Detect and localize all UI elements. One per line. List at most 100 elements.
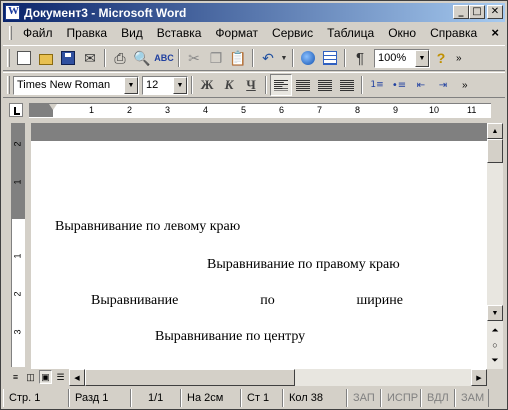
- menu-tools[interactable]: Сервис: [265, 26, 320, 40]
- align-center-button[interactable]: [292, 74, 314, 96]
- menu-edit[interactable]: Правка: [60, 26, 115, 40]
- italic-button[interactable]: К: [218, 74, 240, 96]
- ruler-number: 4: [203, 105, 209, 115]
- formatting-toolbar: Times New Roman ▼ 12 ▼ Ж К Ч 1≡ •≡ ⇤ ⇥ »: [3, 72, 505, 98]
- scroll-up-button[interactable]: ▲: [487, 123, 503, 139]
- paste-button[interactable]: 📋: [227, 47, 249, 69]
- vertical-ruler[interactable]: 2 1 1 2 3: [11, 123, 25, 367]
- status-extend[interactable]: ВДЛ: [421, 389, 455, 407]
- print-button[interactable]: ⎙: [109, 47, 131, 69]
- status-bar: Стр. 1 Разд 1 1/1 На 2см Ст 1 Кол 38 ЗАП…: [3, 388, 505, 408]
- horizontal-scroll-thumb[interactable]: [85, 369, 295, 386]
- menu-table[interactable]: Таблица: [320, 26, 381, 40]
- paragraph-justify[interactable]: Выравнивание по ширине: [91, 293, 403, 309]
- show-formatting-button[interactable]: ¶: [349, 47, 371, 69]
- status-overtype[interactable]: ЗАМ: [455, 389, 489, 407]
- outline-view-button[interactable]: ☰: [54, 370, 67, 384]
- vertical-scrollbar[interactable]: ▲ ▼ ⏶ ○ ⏷: [487, 123, 503, 369]
- status-column: Кол 38: [283, 389, 347, 407]
- scroll-right-button[interactable]: ▶: [471, 369, 487, 386]
- chevron-down-icon[interactable]: ▼: [124, 76, 138, 94]
- ruler-number: 3: [12, 329, 23, 335]
- previous-page-button[interactable]: ⏶: [487, 323, 503, 337]
- justify-button[interactable]: [336, 74, 358, 96]
- save-button[interactable]: [57, 47, 79, 69]
- undo-button[interactable]: ↶: [257, 47, 279, 69]
- menu-bar: Файл Правка Вид Вставка Формат Сервис Та…: [3, 23, 505, 43]
- help-assistant-icon: ?: [436, 50, 446, 66]
- status-record[interactable]: ЗАП: [347, 389, 381, 407]
- next-page-button[interactable]: ⏷: [487, 353, 503, 367]
- align-right-button[interactable]: [314, 74, 336, 96]
- select-browse-object-button[interactable]: ○: [487, 338, 503, 352]
- decrease-indent-button[interactable]: ⇤: [410, 74, 432, 96]
- insert-table-button[interactable]: [319, 47, 341, 69]
- spelling-button[interactable]: ABC: [153, 47, 175, 69]
- underline-button[interactable]: Ч: [240, 74, 262, 96]
- toolbar-grip[interactable]: [7, 76, 10, 94]
- undo-dropdown[interactable]: ▼: [279, 47, 289, 69]
- toolbar-separator: [252, 49, 254, 67]
- chevron-down-icon[interactable]: ▼: [173, 76, 187, 94]
- align-left-button[interactable]: [270, 74, 292, 96]
- chevron-down-icon[interactable]: ▼: [415, 49, 429, 67]
- decrease-indent-icon: ⇤: [416, 79, 426, 91]
- justify-icon: [340, 79, 354, 91]
- web-view-button[interactable]: ◫: [24, 370, 37, 384]
- horizontal-ruler[interactable]: 1 2 3 4 5 6 7 8 9 10 11: [29, 103, 491, 118]
- scroll-left-button[interactable]: ◀: [69, 369, 85, 386]
- normal-view-button[interactable]: ≡: [9, 370, 22, 384]
- menu-file[interactable]: Файл: [16, 26, 60, 40]
- menu-insert[interactable]: Вставка: [150, 26, 209, 40]
- increase-indent-button[interactable]: ⇥: [432, 74, 454, 96]
- toolbar-grip[interactable]: [7, 49, 10, 67]
- permission-button[interactable]: ✉: [79, 47, 101, 69]
- menu-view[interactable]: Вид: [114, 26, 150, 40]
- ruler-number: 9: [393, 105, 399, 115]
- menu-format[interactable]: Формат: [208, 26, 265, 40]
- font-size-select[interactable]: 12 ▼: [142, 75, 188, 95]
- menu-help[interactable]: Справка: [423, 26, 484, 40]
- indent-marker[interactable]: [49, 104, 57, 117]
- copy-button[interactable]: ❐: [205, 47, 227, 69]
- tab-selector[interactable]: [9, 103, 23, 117]
- document-area[interactable]: Выравнивание по левому краю Выравнивание…: [31, 123, 487, 369]
- print-preview-button[interactable]: 🔍: [131, 47, 153, 69]
- hyperlink-button[interactable]: [297, 47, 319, 69]
- menu-window[interactable]: Окно: [381, 26, 423, 40]
- cut-button[interactable]: ✂: [183, 47, 205, 69]
- close-button[interactable]: ✕: [487, 5, 503, 19]
- font-name-select[interactable]: Times New Roman ▼: [13, 75, 139, 95]
- scroll-down-button[interactable]: ▼: [487, 305, 503, 321]
- document-close-icon[interactable]: ×: [491, 25, 499, 40]
- help-button[interactable]: ?: [430, 47, 452, 69]
- numbering-button[interactable]: 1≡: [366, 74, 388, 96]
- window-title: Документ3 - Microsoft Word: [24, 5, 187, 20]
- title-bar[interactable]: Документ3 - Microsoft Word _ □ ✕: [3, 3, 505, 22]
- maximize-button[interactable]: □: [469, 5, 485, 19]
- font-name-value: Times New Roman: [17, 79, 111, 91]
- justify-word: по: [260, 293, 275, 308]
- print-layout-button[interactable]: ▣: [39, 370, 52, 384]
- print-layout-icon: ▣: [41, 371, 50, 382]
- word-app-icon[interactable]: [5, 5, 20, 20]
- document-page[interactable]: Выравнивание по левому краю Выравнивание…: [31, 141, 487, 369]
- paragraph-align-left[interactable]: Выравнивание по левому краю: [55, 219, 240, 235]
- standard-toolbar: ✉ ⎙ 🔍 ABC ✂ ❐ 📋 ↶ ▼ ¶ 100% ▼ ? »: [3, 45, 505, 71]
- toolbar-options-icon[interactable]: »: [456, 53, 462, 64]
- zoom-select[interactable]: 100% ▼: [374, 48, 430, 68]
- ruler-number: 5: [241, 105, 247, 115]
- bullets-button[interactable]: •≡: [388, 74, 410, 96]
- open-button[interactable]: [35, 47, 57, 69]
- new-document-button[interactable]: [13, 47, 35, 69]
- horizontal-scroll-row: ≡ ◫ ▣ ☰ ◀ ▶: [3, 369, 505, 386]
- paragraph-align-right[interactable]: Выравнивание по правому краю: [207, 257, 400, 273]
- status-track-changes[interactable]: ИСПР: [381, 389, 421, 407]
- bold-button[interactable]: Ж: [196, 74, 218, 96]
- paragraph-align-center[interactable]: Выравнивание по центру: [155, 329, 305, 345]
- toolbar-options-icon[interactable]: »: [462, 80, 468, 91]
- horizontal-scrollbar[interactable]: ◀ ▶: [69, 369, 487, 386]
- minimize-button[interactable]: _: [453, 5, 469, 19]
- vertical-scroll-thumb[interactable]: [487, 139, 503, 163]
- menu-grip[interactable]: [9, 26, 12, 40]
